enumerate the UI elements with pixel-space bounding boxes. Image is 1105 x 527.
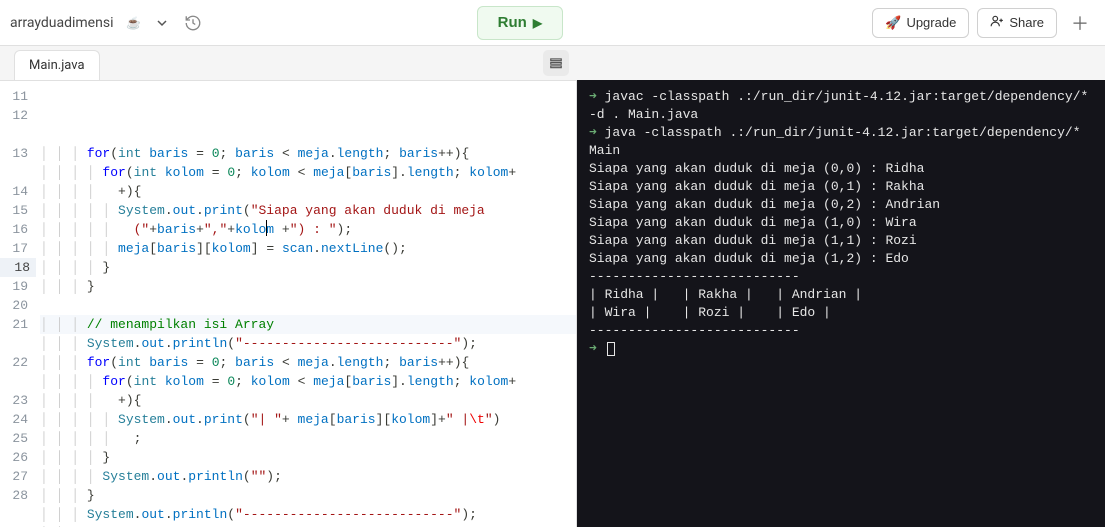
console-line: --------------------------- <box>589 268 1093 286</box>
console-line: --------------------------- <box>589 322 1093 340</box>
line-number: 25 <box>0 429 28 448</box>
code-line[interactable]: │ │ │ │ for(int kolom = 0; kolom < meja[… <box>40 372 576 391</box>
code-line[interactable]: │ │ │ │ System.out.println(""); <box>40 467 576 486</box>
code-line[interactable]: │ │ │ │ │ ; <box>40 429 576 448</box>
header-bar: arrayduadimensi ☕ Run ▶ 🚀 Upgrade Share … <box>0 0 1105 46</box>
code-line[interactable]: │ │ │ } <box>40 486 576 505</box>
line-number: 16 <box>0 220 28 239</box>
code-line[interactable]: │ │ │ │ } <box>40 448 576 467</box>
editor-settings-icon[interactable] <box>543 50 569 76</box>
console-line: Siapa yang akan duduk di meja (0,0) : Ri… <box>589 160 1093 178</box>
console-line: | Wira | | Rozi | | Edo | <box>589 304 1093 322</box>
line-number <box>0 334 28 353</box>
code-line[interactable]: │ │ │ │ │ meja[baris][kolom] = scan.next… <box>40 239 576 258</box>
console-line: ➜ javac -classpath .:/run_dir/junit-4.12… <box>589 88 1093 124</box>
share-button[interactable]: Share <box>977 8 1057 38</box>
console-line: Siapa yang akan duduk di meja (0,1) : Ra… <box>589 178 1093 196</box>
console-line: | Ridha | | Rakha | | Andrian | <box>589 286 1093 304</box>
upgrade-button[interactable]: 🚀 Upgrade <box>872 8 969 38</box>
play-icon: ▶ <box>533 16 542 30</box>
line-number: 18 <box>0 258 36 277</box>
code-line[interactable]: │ │ │ for(int baris = 0; baris < meja.le… <box>40 144 576 163</box>
line-number: 14 <box>0 182 28 201</box>
console-line: ➜ java -classpath .:/run_dir/junit-4.12.… <box>589 124 1093 160</box>
share-label: Share <box>1009 15 1044 30</box>
console-prompt-active[interactable]: ➜ <box>589 340 1093 358</box>
header-right-tools: 🚀 Upgrade Share ＋ <box>872 8 1095 38</box>
line-number <box>0 372 28 391</box>
console-line: Siapa yang akan duduk di meja (0,2) : An… <box>589 196 1093 214</box>
code-line[interactable]: │ │ │ │ │ System.out.print("Siapa yang a… <box>40 201 576 220</box>
code-line[interactable]: │ │ │ } <box>40 277 576 296</box>
code-line[interactable]: │ │ │ │ for(int kolom = 0; kolom < meja[… <box>40 163 576 182</box>
line-gutter: 1112 13 1415161718192021 22 232425262728 <box>0 81 36 527</box>
upgrade-label: Upgrade <box>906 15 956 30</box>
code-line[interactable]: │ │ │ │ +){ <box>40 391 576 410</box>
line-number: 17 <box>0 239 28 258</box>
code-line[interactable]: │ │ │ System.out.println("--------------… <box>40 334 576 353</box>
language-icon-java: ☕ <box>123 13 143 33</box>
line-number: 13 <box>0 144 28 163</box>
console-pane[interactable]: ➜ javac -classpath .:/run_dir/junit-4.12… <box>577 80 1105 527</box>
person-plus-icon <box>990 14 1004 31</box>
code-line[interactable]: │ │ │ // menampilkan isi Array <box>40 315 576 334</box>
tab-bar: Main.java <box>0 46 1105 80</box>
console-line: Siapa yang akan duduk di meja (1,1) : Ro… <box>589 232 1093 250</box>
history-icon[interactable] <box>179 9 207 37</box>
line-number: 28 <box>0 486 28 505</box>
tab-main-java[interactable]: Main.java <box>14 50 100 80</box>
prompt-icon: ➜ <box>589 341 597 356</box>
line-number: 27 <box>0 467 28 486</box>
code-line[interactable]: │ │ │ │ +){ <box>40 182 576 201</box>
line-number: 24 <box>0 410 28 429</box>
console-line: Siapa yang akan duduk di meja (1,0) : Wi… <box>589 214 1093 232</box>
editor-pane[interactable]: 1112 13 1415161718192021 22 232425262728… <box>0 80 577 527</box>
line-number: 15 <box>0 201 28 220</box>
rocket-icon: 🚀 <box>885 15 901 31</box>
console-line: Siapa yang akan duduk di meja (1,2) : Ed… <box>589 250 1093 268</box>
line-number: 20 <box>0 296 28 315</box>
run-button[interactable]: Run ▶ <box>477 6 563 40</box>
code-line[interactable]: │ │ │ for(int baris = 0; baris < meja.le… <box>40 353 576 372</box>
code-line[interactable] <box>40 296 576 315</box>
code-line[interactable]: │ │ │ │ │ System.out.print("| "+ meja[ba… <box>40 410 576 429</box>
line-number: 11 <box>0 87 28 106</box>
text-cursor <box>266 220 267 236</box>
project-name[interactable]: arrayduadimensi <box>10 15 113 31</box>
code-line[interactable]: │ │ │ │ } <box>40 258 576 277</box>
prompt-icon: ➜ <box>589 89 597 104</box>
main-split: 1112 13 1415161718192021 22 232425262728… <box>0 80 1105 527</box>
line-number <box>0 163 28 182</box>
code-line[interactable]: │ │ │ System.out.println("--------------… <box>40 505 576 524</box>
chevron-down-icon[interactable] <box>149 10 175 36</box>
line-number: 22 <box>0 353 28 372</box>
plus-icon[interactable]: ＋ <box>1065 8 1095 38</box>
code-line[interactable]: │ │ │ │ │ ("+baris+","+kolom +") : "); <box>40 220 576 239</box>
code-area[interactable]: │ │ │ for(int baris = 0; baris < meja.le… <box>36 81 576 527</box>
line-number: 21 <box>0 315 28 334</box>
terminal-cursor <box>607 342 615 356</box>
prompt-icon: ➜ <box>589 125 597 140</box>
line-number: 12 <box>0 106 28 125</box>
run-label: Run <box>498 14 527 31</box>
tab-label: Main.java <box>29 58 85 73</box>
line-number <box>0 125 28 144</box>
line-number: 26 <box>0 448 28 467</box>
line-number: 19 <box>0 277 28 296</box>
line-number: 23 <box>0 391 28 410</box>
